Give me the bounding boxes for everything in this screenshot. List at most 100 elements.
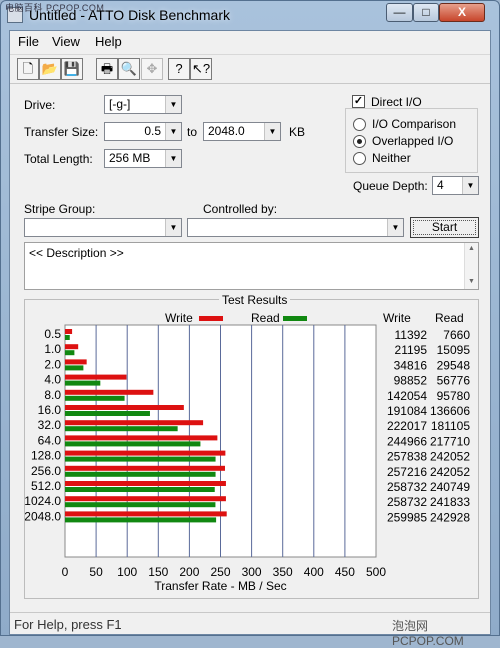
write-value: 34816 <box>394 358 428 372</box>
x-tick-label: 50 <box>89 565 103 579</box>
print-preview-icon[interactable]: 🔍 <box>118 58 140 80</box>
scroll-up-icon[interactable]: ▲ <box>468 245 475 252</box>
menu-view[interactable]: View <box>52 34 80 49</box>
write-value: 142054 <box>387 389 427 403</box>
status-text: For Help, press F1 <box>14 617 122 632</box>
save-disk-icon[interactable]: 💾 <box>61 58 83 80</box>
chevron-down-icon[interactable]: ▼ <box>165 123 181 140</box>
io-comparison-radio[interactable] <box>353 118 366 131</box>
read-value: 136606 <box>430 404 470 418</box>
chevron-down-icon[interactable]: ▼ <box>387 219 403 236</box>
write-value: 259985 <box>387 510 427 524</box>
close-button[interactable]: X <box>439 3 485 22</box>
context-help-icon[interactable]: ↖? <box>190 58 212 80</box>
toolbar: 🗋 📂 💾 🖶 🔍 ✥ ? ↖? <box>10 54 490 84</box>
menu-bar: File View Help <box>10 31 490 53</box>
io-comparison-label: I/O Comparison <box>372 117 457 131</box>
write-bar <box>65 359 87 365</box>
stripe-group-label: Stripe Group: <box>24 202 96 216</box>
status-bar: For Help, press F1 泡泡网 PCPOP.COM <box>10 612 490 648</box>
drive-select[interactable]: [-g-] ▼ <box>104 95 182 114</box>
start-button[interactable]: Start <box>410 217 479 238</box>
description-text: << Description >> <box>29 246 124 260</box>
neither-label: Neither <box>372 151 411 165</box>
description-scrollbar[interactable]: ▲ ▼ <box>464 243 478 289</box>
description-textarea[interactable]: << Description >> ▲ ▼ <box>24 242 479 290</box>
read-value: 240749 <box>430 480 470 494</box>
chevron-down-icon[interactable]: ▼ <box>462 177 478 194</box>
write-value: 11392 <box>395 328 428 342</box>
maximize-button[interactable]: □ <box>413 3 439 22</box>
y-tick-label: 512.0 <box>31 479 61 493</box>
queue-depth-select[interactable]: 4 ▼ <box>432 176 479 195</box>
x-axis-label: Transfer Rate - MB / Sec <box>154 579 286 593</box>
read-value: 56776 <box>437 374 471 388</box>
direct-io-label: Direct I/O <box>371 95 422 109</box>
x-tick-label: 300 <box>242 565 262 579</box>
chevron-down-icon[interactable]: ▼ <box>165 219 181 236</box>
read-value: 241833 <box>430 495 470 509</box>
y-tick-label: 32.0 <box>38 418 62 432</box>
help-question-icon[interactable]: ? <box>168 58 190 80</box>
to-label: to <box>187 125 198 139</box>
direct-io-checkbox[interactable]: ✓ <box>352 95 365 108</box>
queue-depth-label: Queue Depth: <box>353 179 428 193</box>
read-value: 7660 <box>443 328 470 342</box>
read-value: 15095 <box>437 343 471 357</box>
scroll-down-icon[interactable]: ▼ <box>468 278 475 285</box>
overlapped-io-radio[interactable] <box>353 135 366 148</box>
stripe-group-select[interactable]: ▼ <box>24 218 182 237</box>
read-bar <box>65 380 101 386</box>
x-tick-label: 200 <box>179 565 199 579</box>
read-bar <box>65 487 215 492</box>
y-tick-label: 0.5 <box>44 327 61 341</box>
new-document-icon[interactable]: 🗋 <box>17 58 39 80</box>
read-value: 181105 <box>431 419 470 433</box>
chevron-down-icon[interactable]: ▼ <box>165 150 181 167</box>
controlled-by-select[interactable]: ▼ <box>187 218 404 237</box>
read-bar <box>65 502 216 508</box>
chevron-down-icon[interactable]: ▼ <box>264 123 280 140</box>
menu-file[interactable]: File <box>18 34 39 49</box>
minimize-button[interactable]: — <box>386 3 413 22</box>
total-length-select[interactable]: 256 MB ▼ <box>104 149 182 168</box>
watermark-bottom: 泡泡网 PCPOP.COM <box>392 619 464 648</box>
read-bar <box>65 365 84 371</box>
read-value: 217710 <box>430 434 470 448</box>
read-bar <box>65 411 150 416</box>
x-tick-label: 350 <box>273 565 293 579</box>
read-bar <box>65 517 217 523</box>
write-bar <box>65 435 218 441</box>
write-bar <box>65 481 226 486</box>
transfer-to-value: 2048.0 <box>208 124 245 138</box>
write-value: 258732 <box>387 495 427 509</box>
transfer-to-select[interactable]: 2048.0 ▼ <box>203 122 281 141</box>
transfer-from-select[interactable]: 0.5 ▼ <box>104 122 182 141</box>
y-tick-label: 4.0 <box>44 373 61 387</box>
write-value: 98852 <box>394 374 428 388</box>
title-bar[interactable]: 电脑百科 PCPOP.COM Untitled - ATTO Disk Benc… <box>1 1 499 29</box>
printer-icon[interactable]: 🖶 <box>96 58 118 80</box>
write-value: 21195 <box>395 343 428 357</box>
open-folder-icon[interactable]: 📂 <box>39 58 61 80</box>
y-tick-label: 16.0 <box>38 403 62 417</box>
y-tick-label: 8.0 <box>44 388 61 402</box>
write-value: 257838 <box>387 450 427 464</box>
write-bar <box>65 465 225 471</box>
test-results-panel: Test Results Write Read Write Read 0 50 10… <box>24 293 479 599</box>
total-length-value: 256 MB <box>109 151 151 165</box>
transfer-from-value: 0.5 <box>144 124 161 138</box>
client-area: File View Help 🗋 📂 💾 🖶 🔍 ✥ ? ↖? Drive: [… <box>9 30 491 648</box>
unit-kb-label: KB <box>289 125 306 139</box>
chevron-down-icon[interactable]: ▼ <box>165 96 181 113</box>
y-tick-label: 256.0 <box>31 464 61 478</box>
y-tick-label: 64.0 <box>38 433 62 447</box>
neither-radio[interactable] <box>353 152 366 165</box>
x-tick-label: 500 <box>366 565 386 579</box>
menu-help[interactable]: Help <box>95 34 122 49</box>
write-bar <box>65 389 154 395</box>
x-tick-label: 250 <box>210 565 230 579</box>
overlapped-io-label: Overlapped I/O <box>372 134 454 148</box>
window-title: Untitled - ATTO Disk Benchmark <box>29 7 230 23</box>
write-value: 257216 <box>387 465 427 479</box>
